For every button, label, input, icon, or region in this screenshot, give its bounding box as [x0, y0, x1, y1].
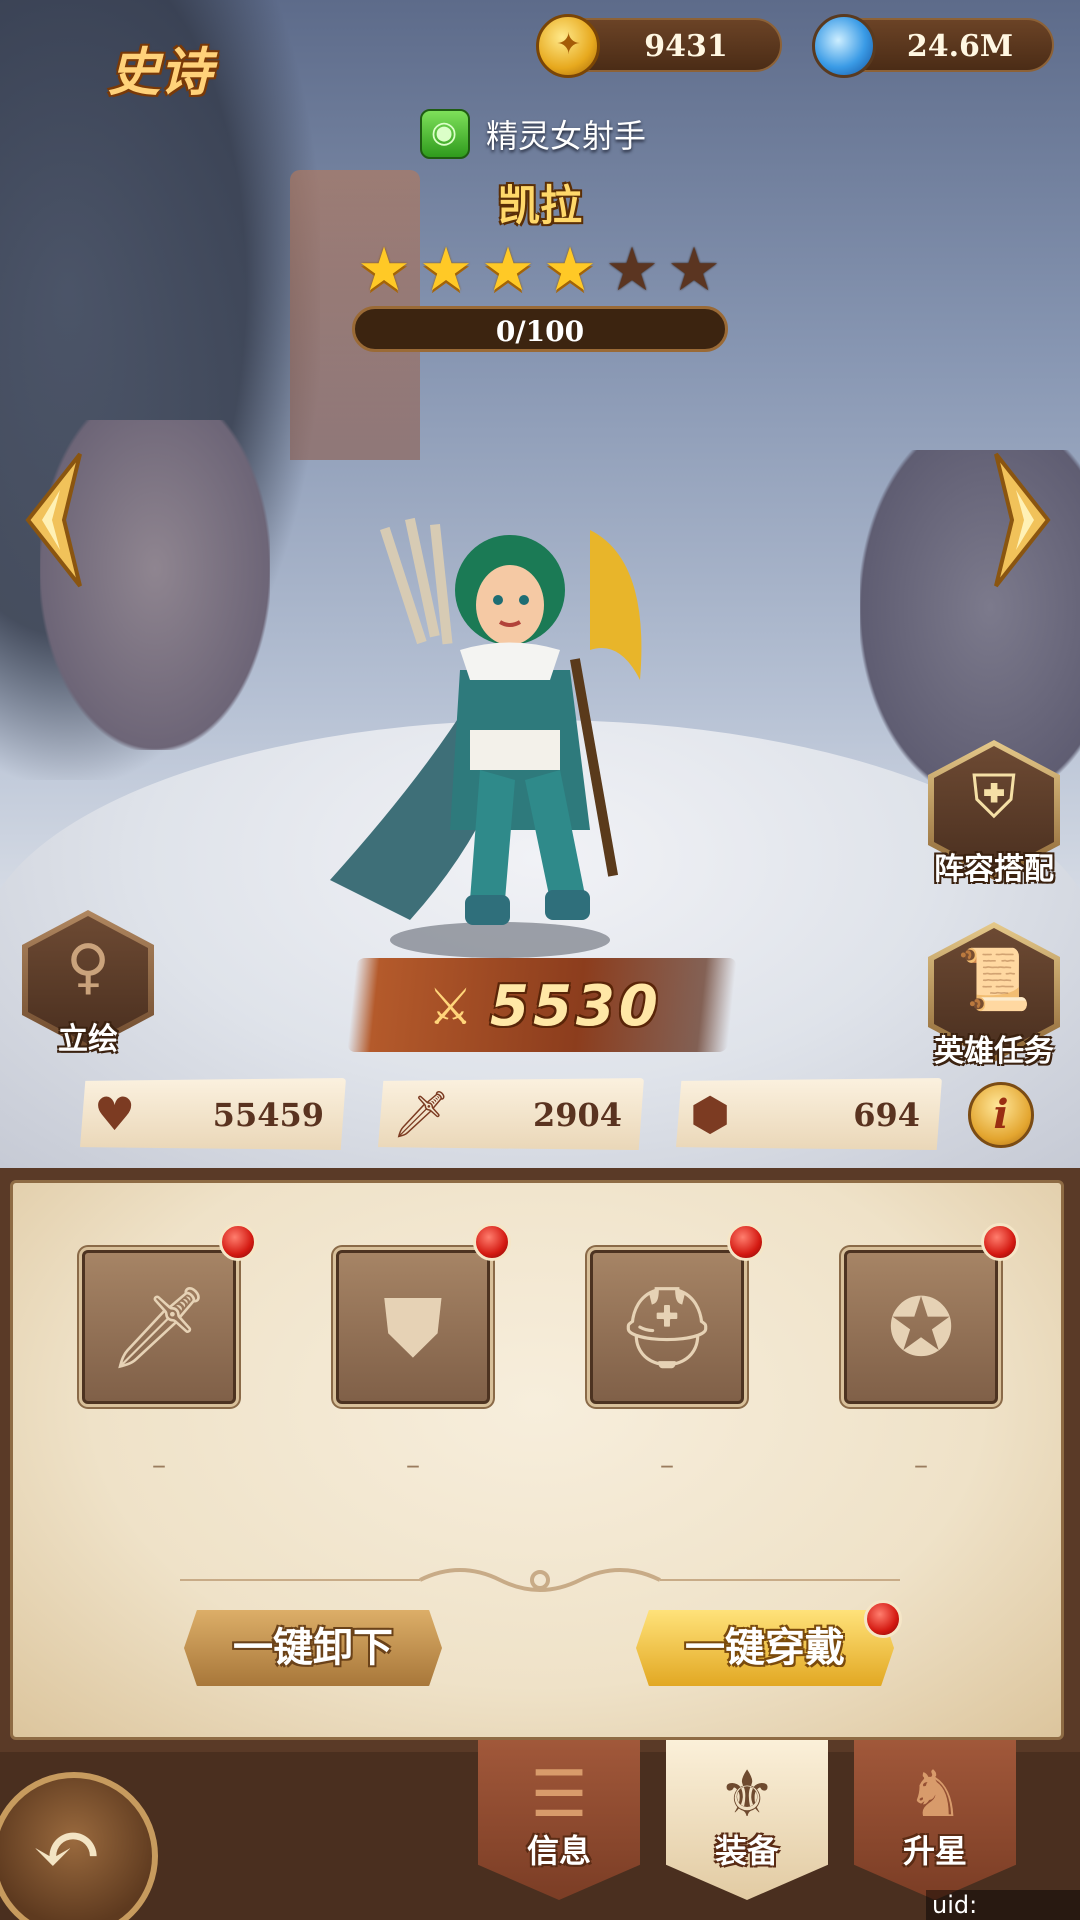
tab-equip-label: 装备	[714, 1832, 779, 1870]
equip-slot-armor[interactable]: ⛊	[336, 1223, 511, 1404]
star-rating: ★ ★ ★ ★ ★ ★	[354, 240, 724, 300]
prev-hero-arrow-icon[interactable]	[20, 450, 86, 590]
unequip-all-button[interactable]: 一键卸下	[184, 1610, 442, 1686]
stat-hp: ♥ 55459	[80, 1078, 346, 1150]
star-filled-icon: ★	[543, 235, 597, 305]
alert-dot	[219, 1223, 257, 1261]
power-value: 5530	[490, 974, 662, 1039]
portrait-button[interactable]: ♀ 立绘	[22, 910, 154, 1057]
equip-tab-icon: ⚜	[718, 1758, 776, 1832]
lineup-label: 阵容搭配	[934, 852, 1054, 887]
alert-dot	[727, 1223, 765, 1261]
scroll-icon: 📜	[956, 945, 1032, 1015]
lineup-icon: ⛨	[971, 762, 1017, 832]
next-hero-arrow-icon[interactable]	[990, 450, 1056, 590]
portrait-silhouette-icon: ♀	[66, 932, 110, 1002]
equip-slot-helmet[interactable]: ⛑	[590, 1223, 765, 1404]
shard-progress-bar: 0/100	[352, 306, 728, 352]
potion-value: 24.6M	[906, 29, 1014, 64]
hero-name: 凯拉	[497, 181, 582, 230]
crossed-swords-icon: ⚔	[428, 978, 473, 1036]
slot-label: –	[914, 1448, 928, 1481]
gold-value: 9431	[644, 29, 728, 64]
star-filled-icon: ★	[419, 235, 473, 305]
class-name: 精灵女射手	[486, 117, 647, 155]
hero-character	[270, 500, 750, 960]
star-filled-icon: ★	[357, 235, 411, 305]
heart-icon: ♥	[94, 1087, 136, 1141]
uid-label: uid: 388134	[926, 1890, 1080, 1920]
ornament-divider	[180, 1560, 900, 1600]
equip-all-button[interactable]: 一键穿戴	[636, 1610, 894, 1686]
stat-attack: 🗡 2904	[378, 1078, 644, 1150]
alert-dot	[864, 1600, 902, 1638]
sword-icon: 🗡	[392, 1087, 451, 1141]
defense-value: 694	[853, 1096, 920, 1134]
hero-quest-label: 英雄任务	[934, 1034, 1054, 1069]
rarity-label: 史诗	[108, 43, 213, 103]
info-icon[interactable]: i	[968, 1082, 1034, 1148]
info-tab-icon: ☰	[530, 1758, 588, 1832]
alert-dot	[473, 1223, 511, 1261]
tab-info-label: 信息	[526, 1832, 591, 1870]
stat-defense: ⬢ 694	[676, 1078, 942, 1150]
attack-value: 2904	[532, 1096, 622, 1134]
portrait-label: 立绘	[58, 1022, 118, 1057]
star-up-tab-icon: ♞	[906, 1758, 964, 1832]
class-icon	[420, 109, 470, 159]
potion-icon	[812, 14, 876, 78]
hero-quest-button[interactable]: 📜 英雄任务	[928, 922, 1060, 1069]
star-empty-icon: ★	[667, 235, 721, 305]
hero-class: 精灵女射手	[420, 108, 646, 160]
tab-star-up-label: 升星	[902, 1832, 967, 1870]
star-filled-icon: ★	[481, 235, 535, 305]
shield-icon: ⬢	[690, 1087, 731, 1141]
progress-text: 0/100	[495, 315, 585, 348]
helmet-icon: ⛑	[616, 1281, 718, 1374]
slot-label: –	[406, 1448, 420, 1481]
weapon-icon: 🗡	[108, 1281, 210, 1374]
back-arrow-icon: ↶	[32, 1800, 103, 1898]
lineup-button[interactable]: ⛨ 阵容搭配	[928, 740, 1060, 887]
potion-counter[interactable]: 24.6M	[812, 14, 1054, 78]
gold-coin-icon	[536, 14, 600, 78]
equip-slot-weapon[interactable]: 🗡	[82, 1223, 257, 1404]
star-empty-icon: ★	[605, 235, 659, 305]
hp-value: 55459	[212, 1096, 324, 1134]
slot-label: –	[152, 1448, 166, 1481]
accessory-icon: ✪	[887, 1281, 955, 1374]
slot-label: –	[660, 1448, 674, 1481]
armor-icon: ⛊	[383, 1281, 443, 1374]
gold-counter[interactable]: 9431	[536, 14, 782, 78]
equip-slot-accessory[interactable]: ✪	[844, 1223, 1019, 1404]
alert-dot	[981, 1223, 1019, 1261]
